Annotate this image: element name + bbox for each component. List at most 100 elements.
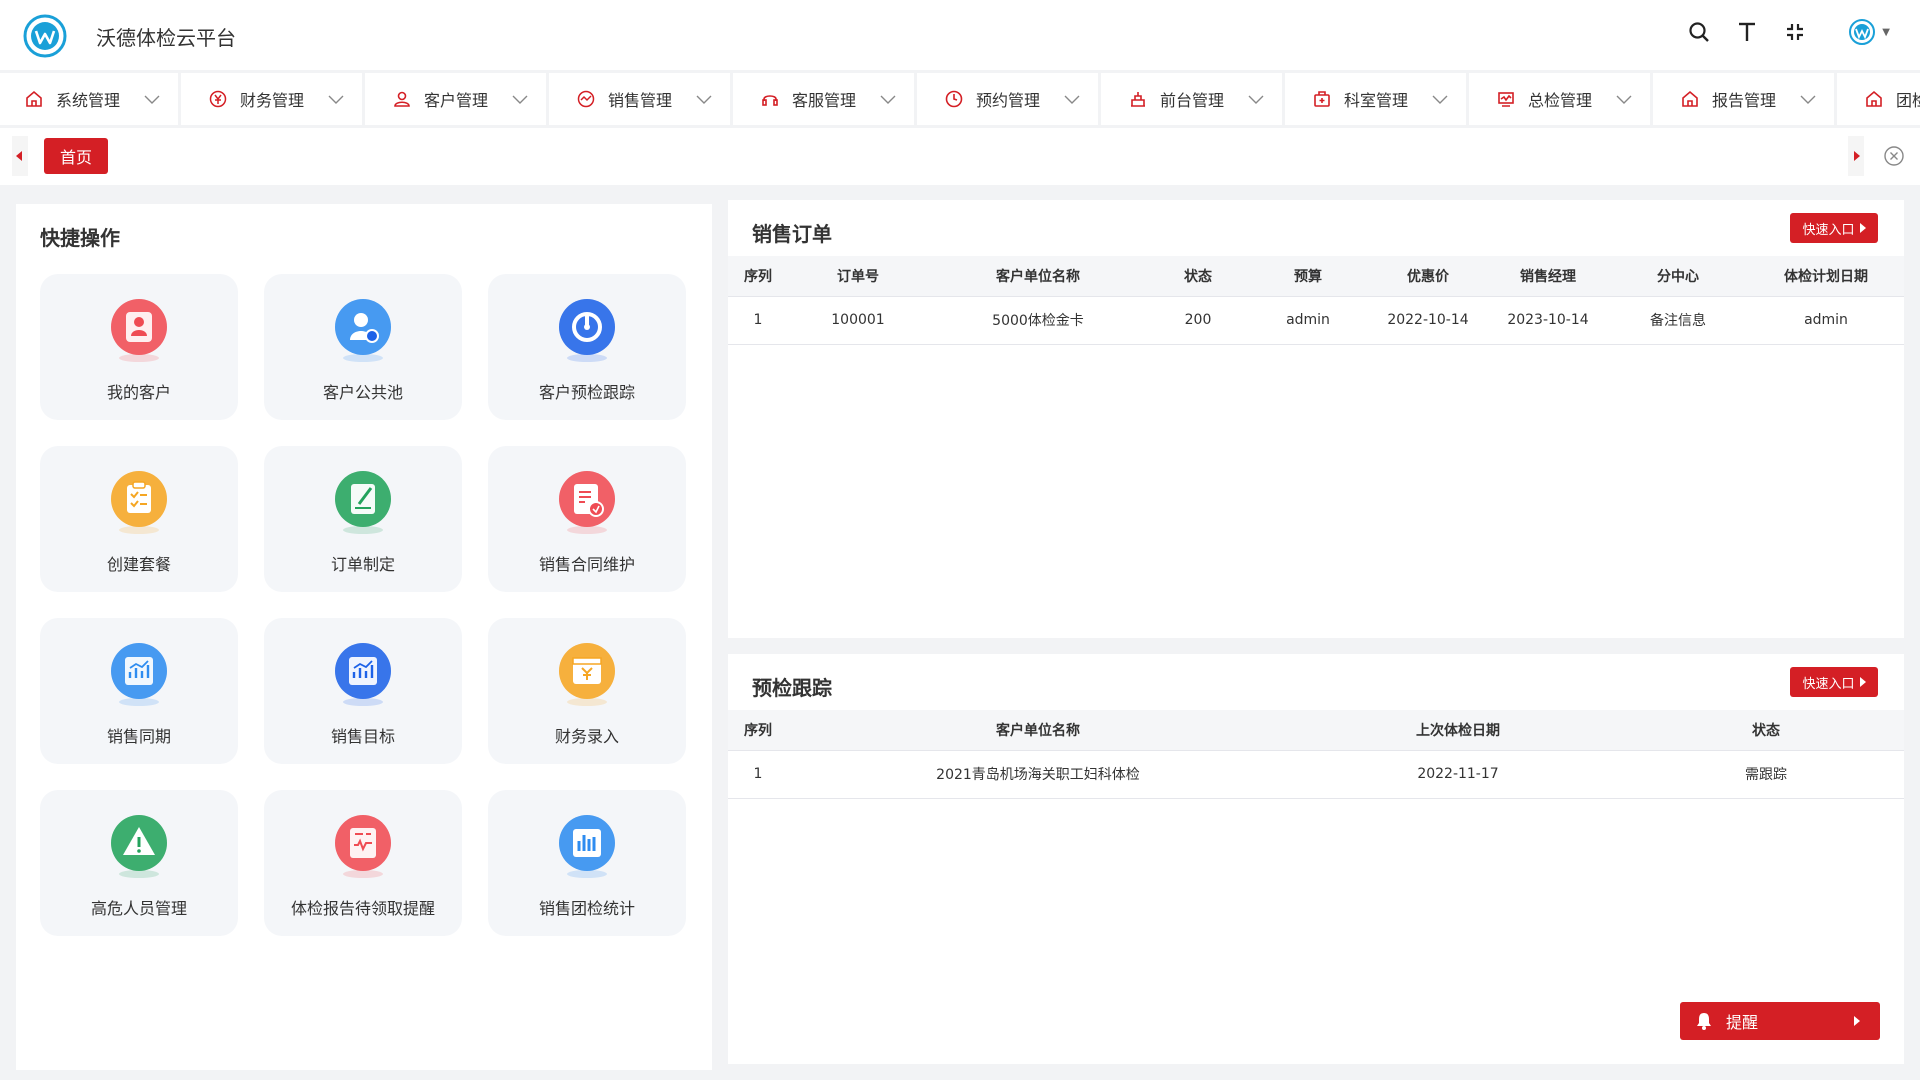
quick-card-3[interactable]: 创建套餐 xyxy=(40,446,238,592)
table-cell: admin xyxy=(1248,296,1368,345)
table-cell: 2022-11-17 xyxy=(1288,750,1628,799)
quick-card-4[interactable]: 订单制定 xyxy=(264,446,462,592)
pre-check-table: 序列 客户单位名称 上次体检日期 状态 1 2021青岛机场海关职工妇科体检 2022-1… xyxy=(728,710,1904,799)
table-row[interactable]: 1 100001 5000体检金卡 200 admin 2022-10-14 2023-10… xyxy=(728,296,1904,345)
avatar-dropdown-icon: ▼ xyxy=(1882,26,1890,38)
quick-card-label: 销售同期 xyxy=(106,727,171,746)
nav-item-3[interactable]: 销售管理 xyxy=(552,73,733,125)
nav-item-8[interactable]: 总检管理 xyxy=(1472,73,1653,125)
nav-item-9[interactable]: 报告管理 xyxy=(1656,73,1837,125)
quick-card-label: 订单制定 xyxy=(330,555,395,574)
caret-right-icon xyxy=(1859,223,1866,233)
quick-card-10[interactable]: 体检报告待领取提醒 xyxy=(264,790,462,936)
table-header-row: 序列 订单号 客户单位名称 状态 预算 优惠价 销售经理 分中心 体检计划日期 xyxy=(728,256,1904,297)
quick-card-1[interactable]: 客户公共池 xyxy=(264,274,462,420)
chevron-down-icon xyxy=(880,95,896,104)
column-header: 状态 xyxy=(1628,710,1904,751)
quick-card-label: 财务录入 xyxy=(554,727,619,746)
nav-item-6[interactable]: 前台管理 xyxy=(1104,73,1285,125)
chevron-down-icon xyxy=(328,95,344,104)
app-title: 沃德体检云平台 xyxy=(96,26,236,50)
sales-period-icon xyxy=(106,638,172,708)
nav-item-label: 财务管理 xyxy=(240,91,305,110)
chevron-down-icon xyxy=(1616,95,1632,104)
table-cell: admin xyxy=(1748,296,1904,345)
nav-item-label: 前台管理 xyxy=(1160,91,1225,110)
column-header: 预算 xyxy=(1248,256,1368,297)
remind-button[interactable]: 提醒 xyxy=(1680,1002,1880,1040)
tab-home[interactable]: 首页 xyxy=(44,138,108,174)
medkit-icon xyxy=(1312,89,1332,109)
quick-card-label: 高危人员管理 xyxy=(90,899,187,918)
chevron-down-icon xyxy=(1248,95,1264,104)
quick-card-8[interactable]: 财务录入 xyxy=(488,618,686,764)
quick-entry-label: 快速入口 xyxy=(1802,676,1855,692)
high-risk-icon xyxy=(106,810,172,880)
tab-scroll-left-button[interactable] xyxy=(12,136,28,176)
group-stats-icon xyxy=(554,810,620,880)
top-header: 沃德体检云平台 ▼ xyxy=(0,0,1920,70)
column-header: 序列 xyxy=(728,710,788,751)
caret-right-icon xyxy=(1854,151,1860,161)
nav-item-label: 客服管理 xyxy=(792,91,857,110)
sales-orders-quick-entry-button[interactable]: 快速入口 xyxy=(1790,213,1878,243)
remind-label: 提醒 xyxy=(1726,1013,1759,1032)
create-package-icon xyxy=(106,466,172,536)
table-header-row: 序列 客户单位名称 上次体检日期 状态 xyxy=(728,710,1904,751)
caret-left-icon xyxy=(16,151,22,161)
quick-operations-grid: 我的客户 客户公共池 客户预检跟踪创建套餐 订单制定 销售合同维护销售同期 销售目标 财务录… xyxy=(40,274,686,936)
tab-bar: 首页 xyxy=(0,128,1920,185)
table-cell: 备注信息 xyxy=(1608,296,1748,345)
close-all-tabs-icon[interactable] xyxy=(1883,145,1905,167)
nav-item-7[interactable]: 科室管理 xyxy=(1288,73,1469,125)
nav-item-4[interactable]: 客服管理 xyxy=(736,73,917,125)
quick-card-6[interactable]: 销售同期 xyxy=(40,618,238,764)
table-cell: 2022-10-14 xyxy=(1368,296,1488,345)
quick-card-0[interactable]: 我的客户 xyxy=(40,274,238,420)
table-cell: 200 xyxy=(1148,296,1248,345)
nav-item-0[interactable]: 系统管理 xyxy=(0,73,181,125)
table-cell: 2023-10-14 xyxy=(1488,296,1608,345)
table-cell: 1 xyxy=(728,750,788,799)
column-header: 订单号 xyxy=(788,256,928,297)
nav-item-label: 科室管理 xyxy=(1344,91,1409,110)
header-tools: ▼ xyxy=(1686,18,1890,46)
tab-scroll-right-button[interactable] xyxy=(1848,136,1864,176)
table-row[interactable]: 1 2021青岛机场海关职工妇科体检 2022-11-17 需跟踪 xyxy=(728,750,1904,799)
chevron-down-icon xyxy=(1432,95,1448,104)
pre-check-quick-entry-button[interactable]: 快速入口 xyxy=(1790,667,1878,697)
quick-card-2[interactable]: 客户预检跟踪 xyxy=(488,274,686,420)
pre-check-title: 预检跟踪 xyxy=(752,676,832,700)
chevron-down-icon xyxy=(696,95,712,104)
quick-operations-panel: 快捷操作 我的客户 客户公共池 客户预检跟踪 创建套餐 订单制定 销售合同维护 销售同期 销售… xyxy=(16,204,712,1070)
column-header: 销售经理 xyxy=(1488,256,1608,297)
table-cell: 100001 xyxy=(788,296,928,345)
nav-item-label: 预约管理 xyxy=(976,91,1041,110)
user-avatar[interactable]: ▼ xyxy=(1848,18,1890,46)
quick-card-5[interactable]: 销售合同维护 xyxy=(488,446,686,592)
quick-card-11[interactable]: 销售团检统计 xyxy=(488,790,686,936)
sales-orders-title: 销售订单 xyxy=(752,222,832,246)
nav-item-2[interactable]: 客户管理 xyxy=(368,73,549,125)
nav-item-label: 销售管理 xyxy=(608,91,673,110)
quick-entry-label: 快速入口 xyxy=(1802,222,1855,238)
column-header: 体检计划日期 xyxy=(1748,256,1904,297)
chevron-down-icon xyxy=(512,95,528,104)
font-size-icon[interactable] xyxy=(1734,19,1760,45)
pre-check-track-icon xyxy=(554,294,620,364)
quick-card-7[interactable]: 销售目标 xyxy=(264,618,462,764)
sales-icon xyxy=(576,89,596,109)
sales-target-icon xyxy=(330,638,396,708)
nav-item-5[interactable]: 预约管理 xyxy=(920,73,1101,125)
nav-item-1[interactable]: 财务管理 xyxy=(184,73,365,125)
search-icon[interactable] xyxy=(1686,19,1712,45)
nav-item-label: 报告管理 xyxy=(1712,91,1777,110)
nav-item-10[interactable]: 团检 xyxy=(1840,73,1920,125)
chevron-down-icon xyxy=(1064,95,1080,104)
quick-card-label: 销售目标 xyxy=(330,727,395,746)
quick-card-9[interactable]: 高危人员管理 xyxy=(40,790,238,936)
nav-item-label: 团检 xyxy=(1896,91,1920,110)
caret-right-icon xyxy=(1859,677,1866,687)
fullscreen-icon[interactable] xyxy=(1782,19,1808,45)
clock-icon xyxy=(944,89,964,109)
